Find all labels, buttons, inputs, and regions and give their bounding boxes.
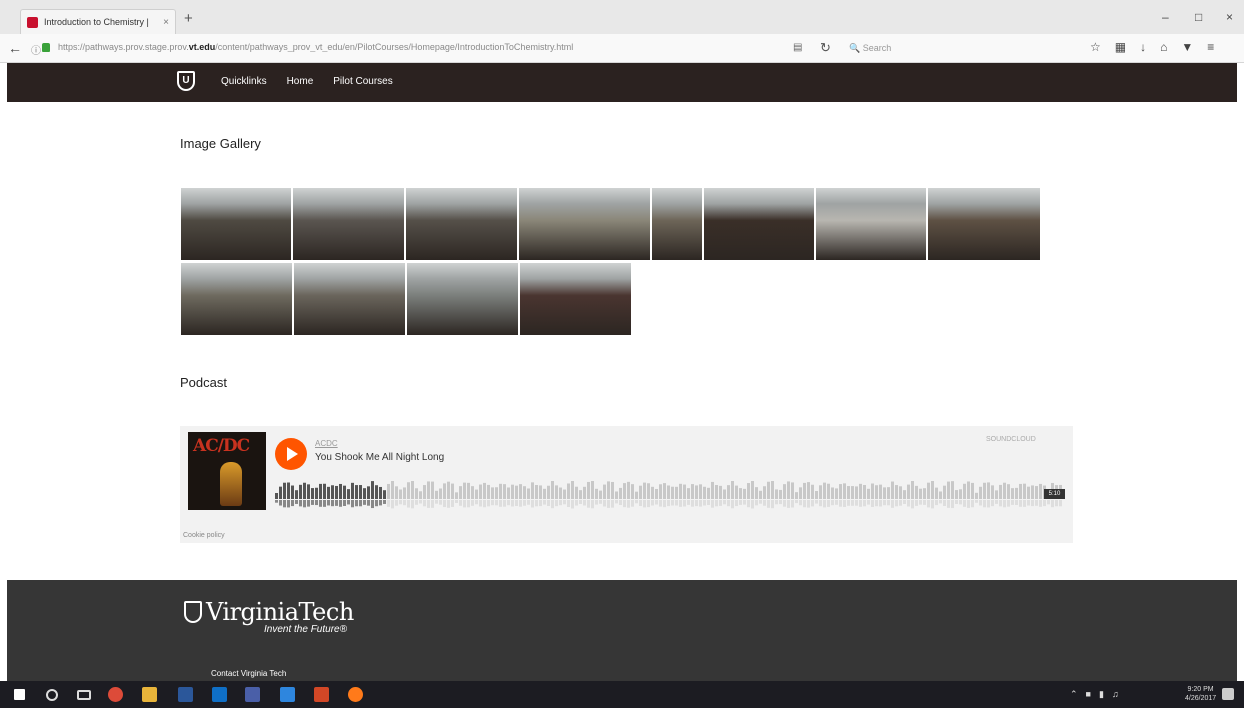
vt-shield-logo[interactable]: U [173, 63, 199, 102]
album-art-logo: AC/DC [193, 436, 250, 456]
site-nav: Quicklinks Home Pilot Courses [221, 76, 393, 87]
reload-icon[interactable]: ↻ [820, 40, 831, 56]
virginia-tech-logo[interactable]: VirginiaTech Invent the Future® [184, 598, 354, 635]
powerpoint-icon[interactable] [314, 687, 329, 702]
search-input[interactable]: 🔍 Search [843, 40, 1043, 57]
browser-nav-bar: ← ⓘ https://pathways.prov.stage.prov.vt.… [0, 34, 1244, 63]
tab-close-icon[interactable]: × [163, 17, 169, 28]
word-icon[interactable] [178, 687, 193, 702]
url-bar[interactable]: https://pathways.prov.stage.prov.vt.edu/… [58, 42, 738, 52]
tab-title: Introduction to Chemistry | [44, 17, 149, 27]
browser-tab[interactable]: Introduction to Chemistry | × [20, 9, 176, 34]
taskbar-clock[interactable]: 9:20 PM 4/26/2017 [1185, 685, 1216, 703]
browser-toolbar: ☆ ▦ ↓ ⌂ ▼ ≡ [1090, 40, 1214, 54]
outlook-icon[interactable] [212, 687, 227, 702]
minimize-button[interactable]: – [1162, 10, 1169, 24]
file-explorer-icon[interactable] [142, 687, 157, 702]
gallery-photo-2[interactable] [292, 187, 405, 261]
album-art-figure [220, 462, 242, 506]
notifications-icon[interactable] [1222, 688, 1234, 700]
vt-tagline: Invent the Future® [264, 624, 347, 635]
gallery-photo-6[interactable] [703, 187, 815, 261]
system-tray: ⌃ ■ ▮ ♫ [1070, 689, 1119, 700]
close-window-button[interactable]: × [1226, 10, 1233, 24]
volume-icon[interactable]: ♫ [1112, 689, 1119, 700]
windows-taskbar: ⌃ ■ ▮ ♫ 9:20 PM 4/26/2017 [0, 681, 1244, 708]
task-view-icon[interactable] [77, 690, 91, 700]
gallery-photo-5[interactable] [651, 187, 703, 261]
store-icon[interactable] [280, 687, 295, 702]
gallery-photo-3[interactable] [405, 187, 518, 261]
album-art[interactable]: AC/DC [188, 432, 266, 510]
back-arrow-icon[interactable]: ← [8, 40, 22, 56]
tray-up-icon[interactable]: ⌃ [1070, 689, 1078, 700]
start-windows-icon[interactable] [14, 689, 25, 700]
site-favicon-icon [27, 16, 38, 28]
gallery-photo-12[interactable] [519, 262, 632, 336]
network-icon[interactable]: ■ [1086, 689, 1091, 700]
search-icon: 🔍 [849, 43, 861, 53]
track-artist-link[interactable]: ACDC [315, 439, 338, 448]
play-button[interactable] [275, 438, 307, 470]
gallery-photo-9[interactable] [180, 262, 293, 336]
vt-wordmark: VirginiaTech [206, 598, 354, 626]
menu-icon[interactable]: ≡ [1207, 40, 1214, 54]
podcast-heading: Podcast [180, 375, 227, 390]
library-icon[interactable]: ▦ [1115, 40, 1126, 54]
app-icon[interactable] [245, 687, 260, 702]
site-footer: VirginiaTech Invent the Future® Contact … [7, 580, 1237, 681]
image-gallery-heading: Image Gallery [180, 136, 261, 151]
bookmark-star-icon[interactable]: ☆ [1090, 40, 1101, 54]
lock-icon [42, 43, 50, 52]
track-title[interactable]: You Shook Me All Night Long [315, 452, 444, 463]
browser-tab-bar: Introduction to Chemistry | × + – □ × [0, 0, 1244, 34]
maximize-button[interactable]: □ [1195, 10, 1202, 24]
gallery-photo-4[interactable] [518, 187, 651, 261]
new-tab-button[interactable]: + [184, 11, 193, 27]
track-duration: 5:10 [1044, 489, 1065, 499]
home-icon[interactable]: ⌂ [1160, 40, 1167, 54]
nav-quicklinks[interactable]: Quicklinks [221, 76, 267, 87]
info-icon[interactable]: ⓘ [31, 42, 41, 57]
download-icon[interactable]: ↓ [1140, 40, 1146, 54]
nav-pilot-courses[interactable]: Pilot Courses [333, 76, 392, 87]
site-header: U Quicklinks Home Pilot Courses [7, 63, 1237, 102]
pocket-icon[interactable]: ▼ [1181, 40, 1193, 54]
nav-home[interactable]: Home [287, 76, 314, 87]
gallery-photo-8[interactable] [927, 187, 1041, 261]
chrome-icon[interactable] [108, 687, 123, 702]
cortana-search-icon[interactable] [46, 689, 58, 701]
cookie-policy-link[interactable]: Cookie policy [183, 532, 225, 539]
firefox-icon[interactable] [348, 687, 363, 702]
battery-icon[interactable]: ▮ [1099, 689, 1104, 700]
contact-link[interactable]: Contact Virginia Tech [211, 669, 286, 678]
soundcloud-logo[interactable]: SOUNDCLOUD [986, 436, 1036, 443]
gallery-photo-11[interactable] [406, 262, 519, 336]
vt-shield-icon: U [177, 71, 195, 91]
gallery-photo-10[interactable] [293, 262, 406, 336]
vt-footer-shield-icon [184, 601, 202, 623]
reader-view-icon[interactable]: ▤ [793, 42, 802, 53]
soundcloud-player: AC/DC ACDC You Shook Me All Night Long S… [180, 426, 1073, 543]
waveform-scrubber[interactable] [275, 481, 1065, 513]
gallery-photo-1[interactable] [180, 187, 292, 261]
gallery-photo-7[interactable] [815, 187, 927, 261]
